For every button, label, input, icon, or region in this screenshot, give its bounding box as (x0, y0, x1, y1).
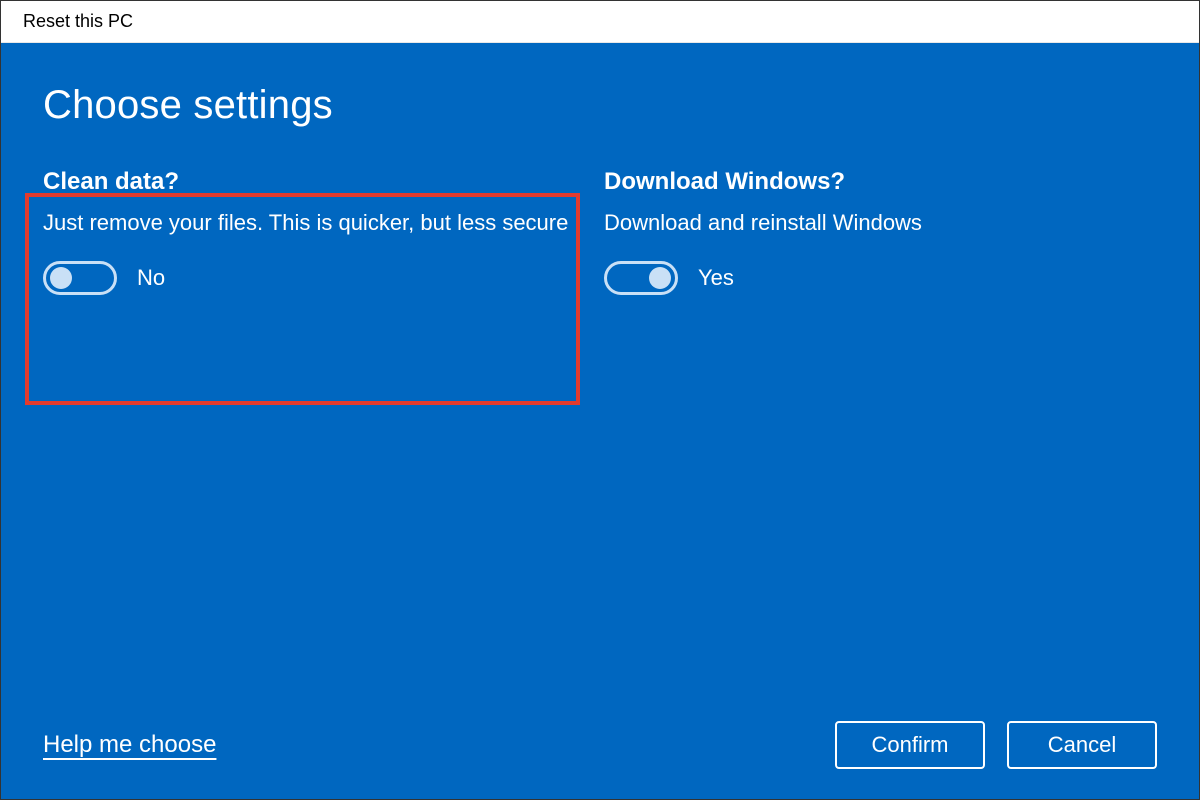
clean-data-toggle-row: No (43, 261, 596, 295)
titlebar: Reset this PC (1, 1, 1199, 43)
download-windows-toggle[interactable] (604, 261, 678, 295)
confirm-button[interactable]: Confirm (835, 721, 985, 769)
clean-data-option: Clean data? Just remove your files. This… (43, 168, 604, 721)
download-windows-option: Download Windows? Download and reinstall… (604, 168, 1157, 721)
clean-data-description: Just remove your files. This is quicker,… (43, 208, 596, 239)
cancel-button[interactable]: Cancel (1007, 721, 1157, 769)
clean-data-toggle[interactable] (43, 261, 117, 295)
dialog-content: Choose settings Clean data? Just remove … (1, 43, 1199, 799)
help-me-choose-link[interactable]: Help me choose (43, 731, 216, 759)
download-windows-toggle-label: Yes (698, 265, 734, 291)
page-title: Choose settings (43, 83, 1157, 128)
download-windows-heading: Download Windows? (604, 168, 1157, 196)
reset-pc-window: Reset this PC Choose settings Clean data… (0, 0, 1200, 800)
options-row: Clean data? Just remove your files. This… (43, 168, 1157, 721)
clean-data-toggle-label: No (137, 265, 165, 291)
footer-buttons: Confirm Cancel (835, 721, 1157, 769)
clean-data-heading: Clean data? (43, 168, 596, 196)
window-title: Reset this PC (23, 11, 133, 32)
download-windows-description: Download and reinstall Windows (604, 208, 1157, 239)
toggle-knob-icon (649, 267, 671, 289)
dialog-footer: Help me choose Confirm Cancel (43, 721, 1157, 769)
download-windows-toggle-row: Yes (604, 261, 1157, 295)
toggle-knob-icon (50, 267, 72, 289)
